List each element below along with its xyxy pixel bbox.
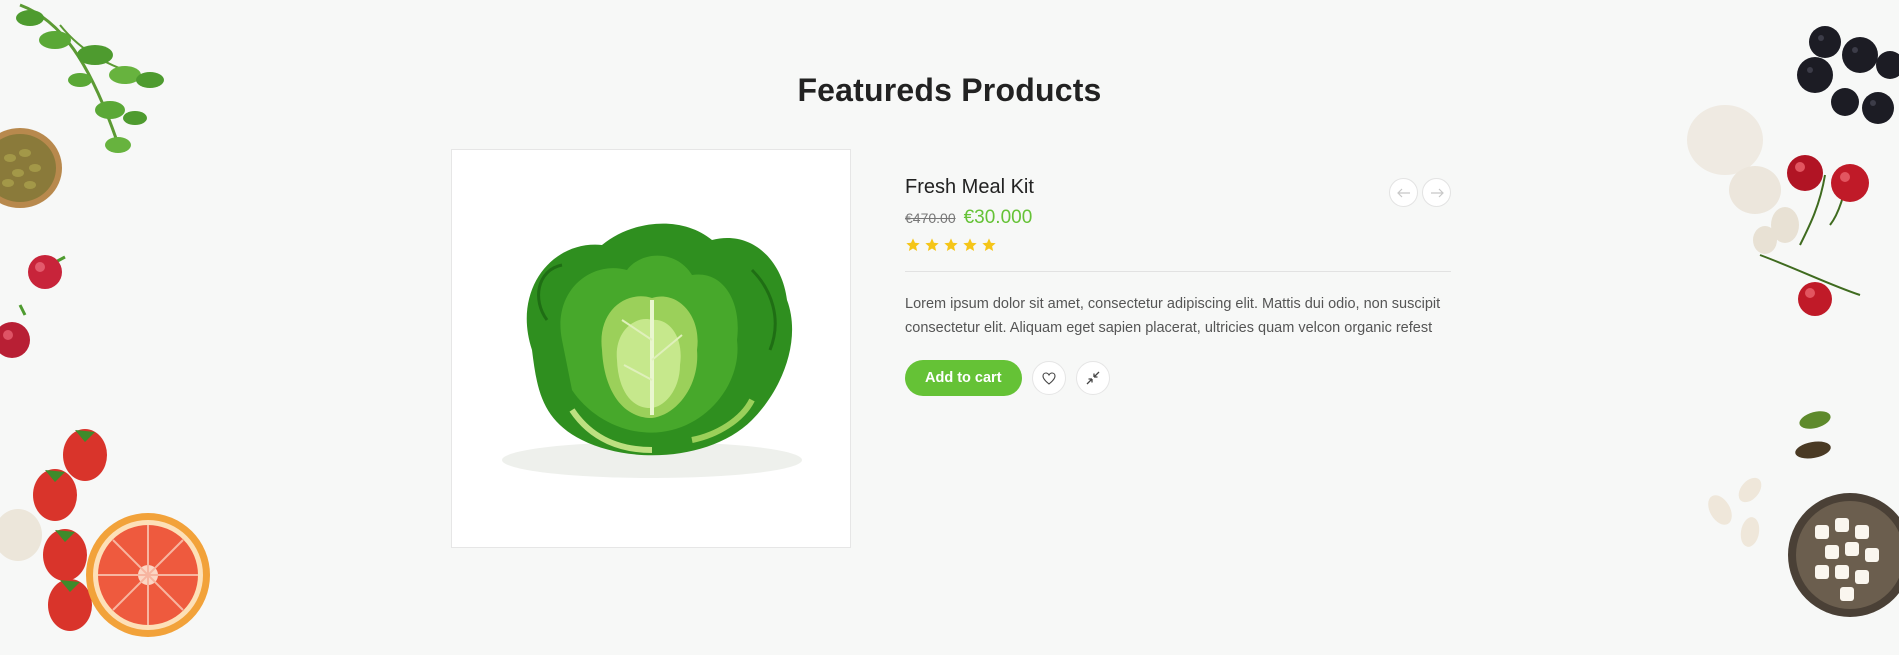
star-rating [905,237,1451,253]
pumpkin-seeds-decoration [1795,411,1831,459]
product-description: Lorem ipsum dolor sit amet, consectetur … [905,296,1441,336]
product-image[interactable] [451,149,851,548]
arrow-left-icon [1396,188,1410,197]
product-actions: Add to cart [905,360,1451,396]
heart-icon [1041,371,1056,385]
featured-products-section: Featureds Products Fresh Meal Kit €470.0… [0,0,1899,655]
star-icon [963,238,977,251]
garlic-cherries-decoration [1687,105,1869,316]
prev-button[interactable] [1389,178,1418,207]
cardamom-bowl-decoration [0,128,62,208]
product-details: Fresh Meal Kit €470.00 €30.000 Lorem ips… [905,170,1451,396]
product-name[interactable]: Fresh Meal Kit [905,176,1451,199]
garlic-cloves-feta-decoration [1708,477,1899,617]
old-price: €470.00 [905,210,956,226]
next-button[interactable] [1422,178,1451,207]
wishlist-button[interactable] [1031,361,1066,395]
arrow-right-icon [1430,188,1444,197]
strawberries-grapefruit-decoration [0,429,210,637]
divider [905,271,1451,272]
new-price: €30.000 [963,207,1033,228]
section-title: Featureds Products [797,72,1102,108]
star-icon [925,238,939,251]
star-icon [982,238,996,251]
price-row: €470.00 €30.000 [905,207,1451,229]
compare-button[interactable] [1075,361,1110,395]
add-to-cart-button[interactable]: Add to cart [905,360,1022,396]
star-icon [944,238,958,251]
radish-decoration [0,255,66,358]
carousel-nav [1389,178,1451,207]
compare-icon [1086,371,1099,385]
star-icon [906,238,920,251]
lettuce-image [502,223,802,478]
